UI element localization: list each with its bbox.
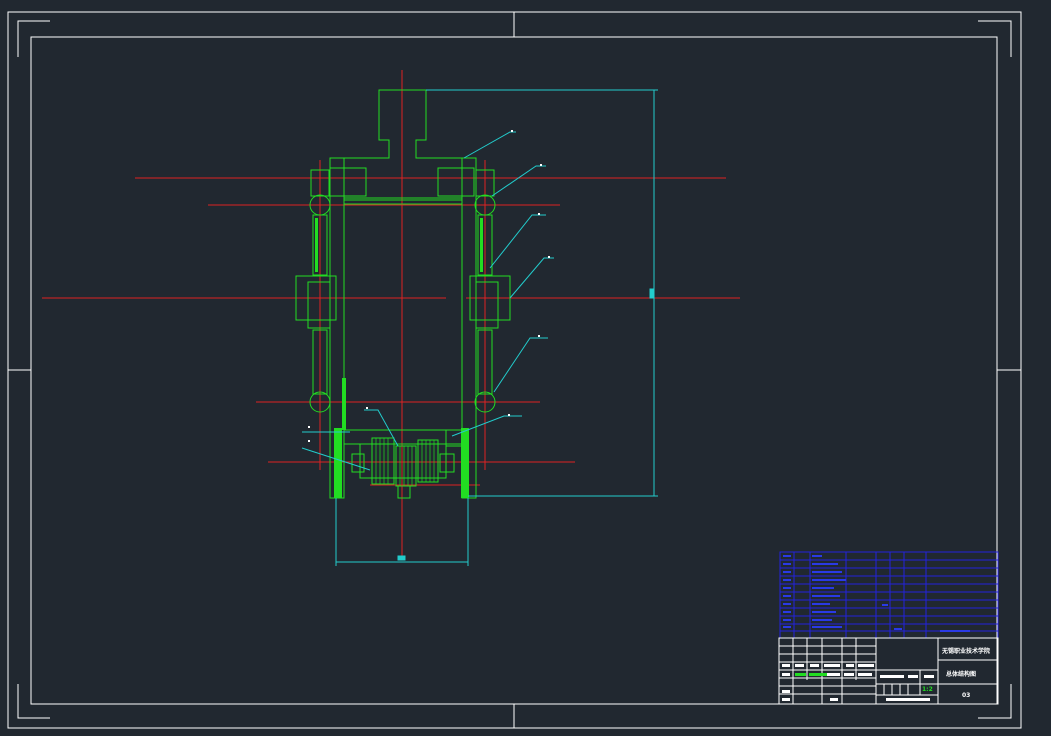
outer-border <box>7 11 1022 729</box>
centerlines <box>42 70 740 560</box>
corner-mark-bl <box>17 684 50 719</box>
title-block-green-fills <box>795 673 827 676</box>
hatched-sections <box>315 218 483 498</box>
drawing-name: 总体结构图 <box>946 671 977 678</box>
balloon-8 <box>308 426 310 428</box>
sheet-size: 03 <box>962 692 971 699</box>
part-geometry <box>295 89 511 499</box>
output-shaft <box>397 485 411 499</box>
top-clamp-right <box>437 167 475 197</box>
balloon-7 <box>366 407 368 409</box>
dim-text-width <box>397 555 406 561</box>
gear-center <box>395 445 417 487</box>
leader-4 <box>509 257 554 299</box>
school-name: 无锡职业技术学院 <box>942 648 991 655</box>
gear-right <box>417 439 439 483</box>
hatch-right-base <box>461 428 469 498</box>
hatch-left-strip <box>342 378 346 430</box>
balloon-2 <box>540 164 542 166</box>
top-clamp-left <box>329 167 367 197</box>
balloon-6 <box>508 414 510 416</box>
dim-text-height <box>649 288 655 299</box>
top-mount-bracket <box>343 89 463 199</box>
right-slider <box>475 281 499 329</box>
left-coupling <box>351 453 365 473</box>
left-slider <box>307 281 331 329</box>
leader-3 <box>489 214 546 269</box>
balloon-4 <box>548 256 550 258</box>
corner-mark-tl <box>17 20 50 57</box>
inner-border <box>30 36 998 705</box>
balloon-5 <box>538 335 540 337</box>
scale-value: 1:2 <box>922 686 933 693</box>
gearbox-top-plate <box>343 429 463 445</box>
leader-1 <box>463 131 516 159</box>
leader-7 <box>364 409 399 447</box>
balloon-3 <box>538 213 540 215</box>
hatch-right-screw <box>480 218 483 272</box>
gearbox-body <box>359 443 447 479</box>
corner-mark-br <box>978 684 1012 719</box>
cad-drawing-canvas <box>7 11 1022 729</box>
hatch-left-base <box>334 428 342 498</box>
balloon-9 <box>308 440 310 442</box>
gear-left <box>371 437 395 485</box>
balloon-1 <box>511 130 513 132</box>
corner-mark-tr <box>978 20 1012 57</box>
right-coupling <box>439 453 455 473</box>
leader-5 <box>493 337 548 393</box>
sheet-frame <box>7 11 1022 729</box>
leader-2 <box>491 165 546 197</box>
hatch-left-screw <box>315 218 318 272</box>
